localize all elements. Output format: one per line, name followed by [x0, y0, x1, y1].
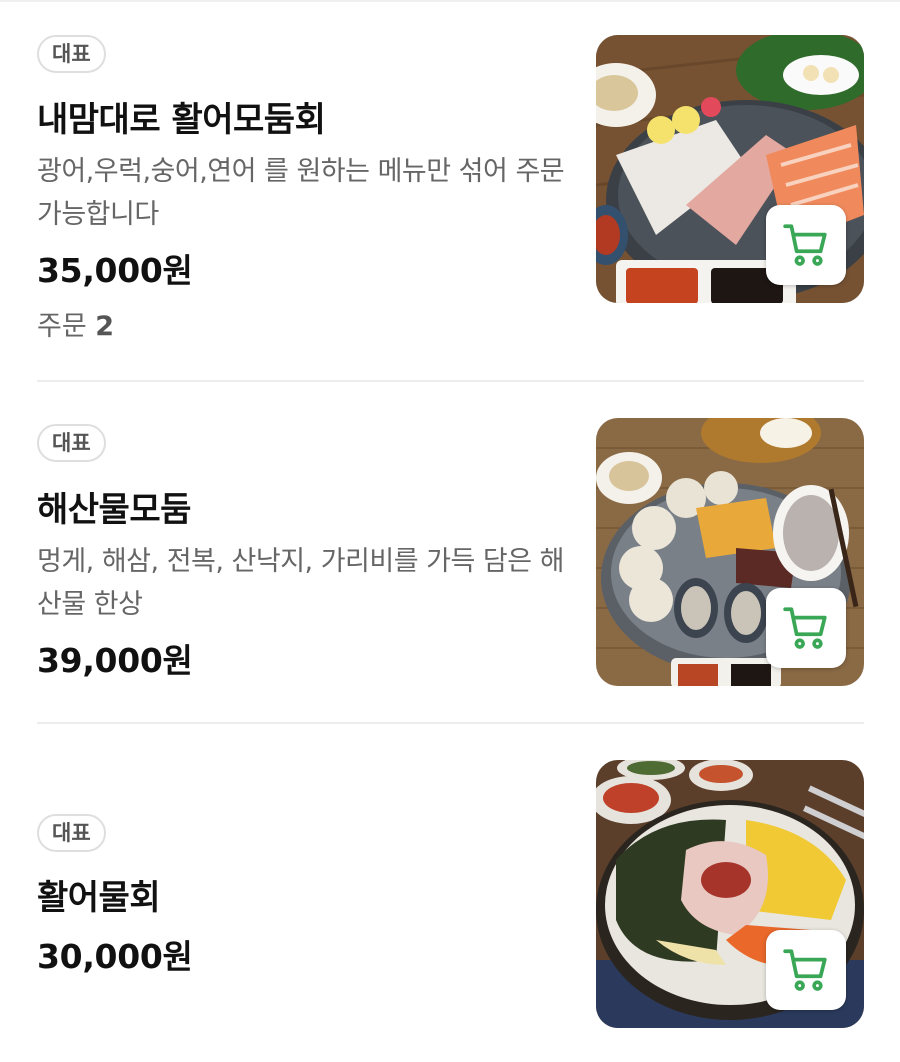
menu-item-description: 멍게, 해삼, 전복, 산낙지, 가리비를 가득 담은 해산물 한상 [37, 546, 565, 620]
top-divider [0, 0, 900, 2]
representative-badge: 대표 [37, 424, 106, 462]
cart-icon [783, 949, 827, 991]
menu-item-price: 39,000원 [37, 641, 193, 680]
sashimi-platter-image[interactable] [596, 35, 864, 303]
seafood-platter-image[interactable] [596, 418, 864, 686]
add-to-cart-button[interactable] [766, 588, 846, 668]
cart-icon [783, 224, 827, 266]
menu-item-title[interactable]: 내맘대로 활어모둠회 [37, 92, 326, 141]
add-to-cart-button[interactable] [766, 930, 846, 1010]
item-divider [37, 722, 864, 724]
menu-item-price: 30,000원 [37, 937, 193, 976]
order-count-label: 주문 [37, 311, 87, 342]
order-count: 주문 2 [37, 304, 114, 343]
order-count-value: 2 [95, 311, 115, 342]
add-to-cart-button[interactable] [766, 205, 846, 285]
representative-badge: 대표 [37, 35, 106, 73]
cold-raw-fish-soup-image[interactable] [596, 760, 864, 1028]
menu-item-price: 35,000원 [37, 251, 193, 290]
item-divider [37, 380, 864, 382]
menu-item-title[interactable]: 해산물모둠 [37, 482, 191, 531]
menu-item-description: 광어,우럭,숭어,연어 를 원하는 메뉴만 섞어 주문 가능합니다 [37, 156, 565, 230]
menu-item-title[interactable]: 활어물회 [37, 870, 161, 919]
cart-icon [783, 607, 827, 649]
representative-badge: 대표 [37, 814, 106, 852]
